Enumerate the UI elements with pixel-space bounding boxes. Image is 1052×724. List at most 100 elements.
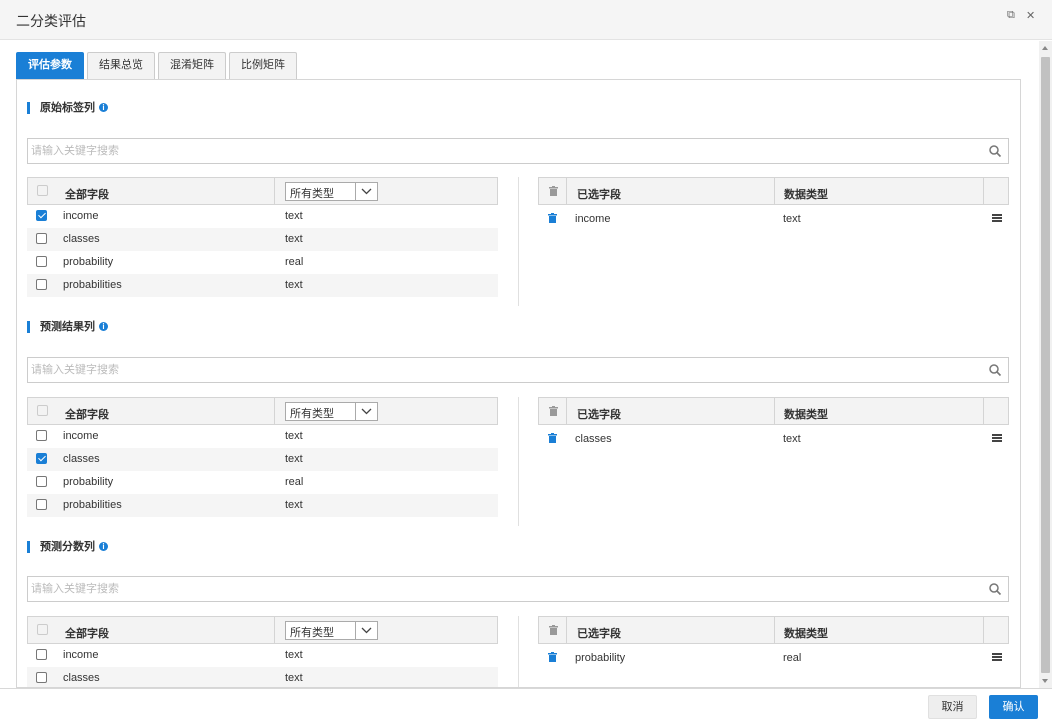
field-type: text — [285, 499, 303, 511]
trash-icon[interactable] — [548, 213, 557, 223]
column-divider — [566, 398, 567, 424]
drag-handle-icon[interactable] — [992, 434, 1002, 442]
selected-field-name: income — [575, 213, 611, 225]
column-divider — [774, 398, 775, 424]
row-checkbox[interactable] — [36, 430, 47, 441]
field-name: classes — [63, 672, 100, 684]
table-row[interactable]: probabilities text — [27, 494, 498, 517]
chevron-down-icon[interactable] — [355, 622, 377, 639]
field-type: real — [285, 476, 304, 488]
tab-eval-params[interactable]: 评估参数 — [16, 52, 84, 79]
selected-row: classes text — [538, 425, 1009, 453]
select-all-checkbox[interactable] — [37, 405, 48, 416]
field-name: probability — [63, 256, 114, 268]
trash-icon[interactable] — [549, 625, 558, 635]
trash-icon[interactable] — [549, 186, 558, 196]
row-checkbox[interactable] — [36, 279, 47, 290]
trash-icon[interactable] — [548, 433, 557, 443]
search-icon[interactable] — [988, 582, 1002, 596]
selected-fields-table: 已选字段 数据类型 income text — [538, 177, 1009, 233]
info-icon[interactable]: i — [99, 322, 108, 331]
table-row[interactable]: probability real — [27, 471, 498, 494]
search-box — [27, 576, 1009, 602]
table-row[interactable]: classes text — [27, 448, 498, 471]
chevron-down-icon[interactable] — [355, 403, 377, 420]
dialog-footer: 取消 确认 — [0, 688, 1052, 724]
all-fields-header: 全部字段 — [65, 628, 109, 640]
tab-ratio-matrix[interactable]: 比例矩阵 — [229, 52, 297, 79]
select-all-checkbox[interactable] — [37, 185, 48, 196]
table-row[interactable]: probabilities text — [27, 274, 498, 297]
column-divider — [566, 178, 567, 204]
chevron-down-icon[interactable] — [355, 183, 377, 200]
search-icon[interactable] — [988, 144, 1002, 158]
column-divider — [274, 398, 275, 424]
search-input[interactable] — [28, 358, 968, 382]
selected-fields-table: 已选字段 数据类型 probability real — [538, 616, 1009, 672]
dialog-titlebar: 二分类评估 ⧉ ✕ — [0, 0, 1052, 40]
row-checkbox[interactable] — [36, 233, 47, 244]
trash-icon[interactable] — [549, 406, 558, 416]
select-all-checkbox[interactable] — [37, 624, 48, 635]
field-name: probability — [63, 476, 114, 488]
tab-result-overview[interactable]: 结果总览 — [87, 52, 155, 79]
row-checkbox[interactable] — [36, 672, 47, 683]
table-row[interactable]: income text — [27, 425, 498, 448]
table-header: 全部字段 所有类型 — [27, 616, 498, 644]
table-row[interactable]: income text — [27, 205, 498, 228]
selected-fields-header: 已选字段 — [577, 409, 621, 421]
column-separator — [518, 177, 519, 306]
info-icon[interactable]: i — [99, 542, 108, 551]
column-divider — [274, 178, 275, 204]
table-row[interactable]: probability real — [27, 251, 498, 274]
selected-field-name: classes — [575, 433, 612, 445]
trash-icon[interactable] — [548, 652, 557, 662]
type-filter-value: 所有类型 — [290, 188, 334, 200]
row-checkbox[interactable] — [36, 499, 47, 510]
tab-confusion-matrix[interactable]: 混淆矩阵 — [158, 52, 226, 79]
type-filter-select[interactable]: 所有类型 — [285, 182, 378, 201]
drag-handle-icon[interactable] — [992, 653, 1002, 661]
data-type-header: 数据类型 — [784, 189, 828, 201]
field-type: text — [285, 210, 303, 222]
search-input[interactable] — [28, 577, 968, 601]
type-filter-value: 所有类型 — [290, 627, 334, 639]
row-checkbox[interactable] — [36, 210, 47, 221]
vertical-scrollbar[interactable] — [1039, 41, 1052, 688]
type-filter-value: 所有类型 — [290, 408, 334, 420]
info-icon[interactable]: i — [99, 103, 108, 112]
scroll-down-icon[interactable] — [1042, 679, 1048, 683]
close-icon[interactable]: ✕ — [1026, 9, 1035, 22]
section-title-score-col: 预测分数列 i — [27, 541, 108, 553]
confirm-button[interactable]: 确认 — [989, 695, 1038, 719]
restore-icon[interactable]: ⧉ — [1007, 9, 1015, 22]
column-divider — [983, 398, 984, 424]
all-fields-table: 全部字段 所有类型 income text classes text proba… — [27, 397, 498, 517]
section-title-text: 预测结果列 — [40, 321, 95, 333]
cancel-button[interactable]: 取消 — [928, 695, 977, 719]
table-row[interactable]: income text — [27, 644, 498, 667]
table-header: 已选字段 数据类型 — [538, 397, 1009, 425]
all-fields-header: 全部字段 — [65, 189, 109, 201]
search-input[interactable] — [28, 139, 968, 163]
table-header: 已选字段 数据类型 — [538, 616, 1009, 644]
type-filter-select[interactable]: 所有类型 — [285, 402, 378, 421]
table-row[interactable]: classes text — [27, 228, 498, 251]
selected-fields-table: 已选字段 数据类型 classes text — [538, 397, 1009, 453]
type-filter-select[interactable]: 所有类型 — [285, 621, 378, 640]
field-name: income — [63, 430, 99, 442]
dialog-title: 二分类评估 — [16, 13, 86, 29]
row-checkbox[interactable] — [36, 453, 47, 464]
row-checkbox[interactable] — [36, 476, 47, 487]
drag-handle-icon[interactable] — [992, 214, 1002, 222]
search-icon[interactable] — [988, 363, 1002, 377]
field-name: income — [63, 649, 99, 661]
column-separator — [518, 616, 519, 687]
field-name: income — [63, 210, 99, 222]
row-checkbox[interactable] — [36, 256, 47, 267]
selected-fields-header: 已选字段 — [577, 189, 621, 201]
scrollbar-thumb[interactable] — [1041, 57, 1050, 673]
scroll-up-icon[interactable] — [1042, 46, 1048, 50]
row-checkbox[interactable] — [36, 649, 47, 660]
table-row[interactable]: classes text — [27, 667, 498, 687]
